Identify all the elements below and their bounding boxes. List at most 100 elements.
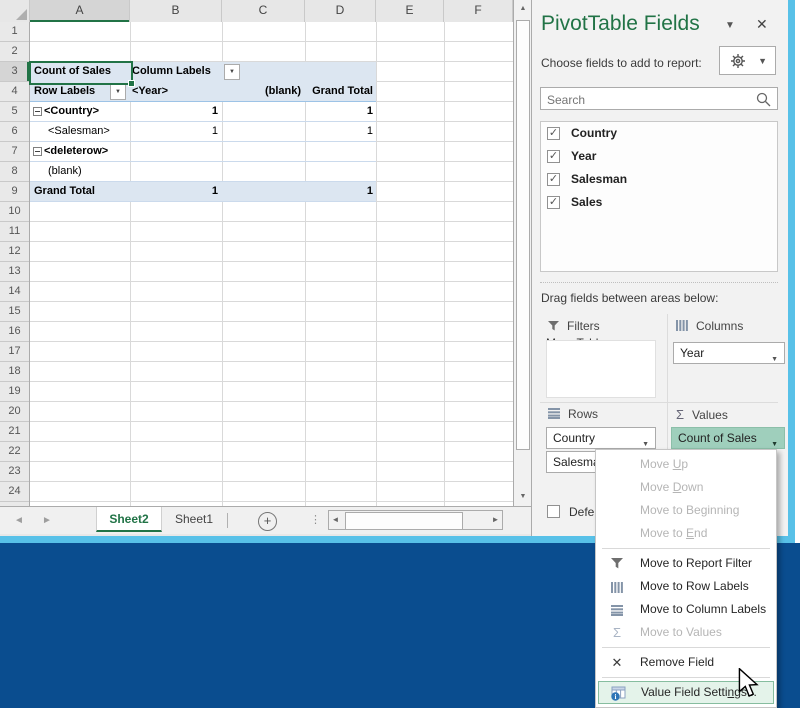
menu-item-label: Move to Column Labels <box>640 602 767 616</box>
row-header-3[interactable]: 3 <box>0 62 29 82</box>
row-header-16[interactable]: 16 <box>0 322 29 342</box>
cell-D6[interactable]: 1 <box>305 122 373 141</box>
cell-B4[interactable]: <Year> <box>132 82 168 101</box>
row-header-8[interactable]: 8 <box>0 162 29 182</box>
fill-handle[interactable] <box>128 80 135 87</box>
menu-separator <box>602 548 770 549</box>
tab-sheet1[interactable]: Sheet1 <box>163 507 225 532</box>
cell-D5[interactable]: 1 <box>305 102 373 121</box>
filters-drop-zone[interactable] <box>546 340 656 398</box>
cell-B3[interactable]: Column Labels <box>132 62 211 81</box>
row-header-19[interactable]: 19 <box>0 382 29 402</box>
cell-B6[interactable]: 1 <box>130 122 218 141</box>
menu-item-move-to-row-labels[interactable]: Move to Row Labels <box>598 575 774 598</box>
values-field-count-of-sales[interactable]: Count of Sales ▼ <box>671 427 785 449</box>
column-header-D[interactable]: D <box>305 0 376 22</box>
field-item-country[interactable]: ✓ Country <box>547 125 777 145</box>
column-header-F[interactable]: F <box>444 0 513 22</box>
tools-button[interactable]: ▼ <box>719 46 776 75</box>
field-item-salesman[interactable]: ✓ Salesman <box>547 171 777 191</box>
select-all-corner[interactable] <box>0 0 30 22</box>
row-header-12[interactable]: 12 <box>0 242 29 262</box>
new-sheet-button[interactable]: + <box>258 512 277 531</box>
pivot-row-5: <Country> 1 1 <box>30 102 376 122</box>
field-list: ✓ Country ✓ Year ✓ Salesman ✓ Sales <box>540 121 778 272</box>
vertical-scrollbar[interactable]: ▲ ▼ <box>513 0 531 506</box>
column-header-B[interactable]: B <box>130 0 222 22</box>
vertical-scrollbar-thumb[interactable] <box>516 20 530 450</box>
row-header-17[interactable]: 17 <box>0 342 29 362</box>
row-labels-filter-button[interactable]: ▼ <box>110 84 126 100</box>
rows-area-header: Rows <box>548 407 598 421</box>
checkbox-checked-icon[interactable]: ✓ <box>547 127 560 140</box>
window-border-right <box>788 0 795 543</box>
checkbox-checked-icon[interactable]: ✓ <box>547 196 560 209</box>
cell-D9[interactable]: 1 <box>305 182 373 201</box>
cell-A6[interactable]: <Salesman> <box>48 122 110 141</box>
row-header-11[interactable]: 11 <box>0 222 29 242</box>
tab-scroll-right-icon[interactable]: ► <box>42 507 52 534</box>
row-header-24[interactable]: 24 <box>0 482 29 502</box>
column-header-C[interactable]: C <box>222 0 305 22</box>
row-header-2[interactable]: 2 <box>0 42 29 62</box>
menu-item-move-to-column-labels[interactable]: Move to Column Labels <box>598 598 774 621</box>
checkbox-checked-icon[interactable]: ✓ <box>547 173 560 186</box>
collapse-icon[interactable] <box>33 147 42 156</box>
row-header-22[interactable]: 22 <box>0 442 29 462</box>
row-header-15[interactable]: 15 <box>0 302 29 322</box>
collapse-icon[interactable] <box>33 107 42 116</box>
row-header-14[interactable]: 14 <box>0 282 29 302</box>
pane-close-icon[interactable]: ✕ <box>756 16 768 33</box>
menu-item-move-to-report-filter[interactable]: Move to Report Filter <box>598 552 774 575</box>
cell-A8[interactable]: (blank) <box>48 162 82 181</box>
tab-sheet2[interactable]: Sheet2 <box>96 507 162 532</box>
row-header-4[interactable]: 4 <box>0 82 29 102</box>
cell-D4[interactable]: Grand Total <box>305 82 373 101</box>
menu-item-move-to-beginning: Move to Beginning <box>598 499 774 522</box>
horizontal-scrollbar-thumb[interactable] <box>345 512 463 530</box>
checkbox-checked-icon[interactable]: ✓ <box>547 150 560 163</box>
cell-B5[interactable]: 1 <box>130 102 218 121</box>
menu-separator <box>602 647 770 648</box>
tab-resize-handle[interactable]: ⋮ <box>310 507 321 534</box>
scroll-up-icon[interactable]: ▲ <box>515 0 531 18</box>
pivot-row-6: <Salesman> 1 1 <box>30 122 376 142</box>
column-header-E[interactable]: E <box>376 0 444 22</box>
search-box[interactable] <box>540 87 778 110</box>
column-labels-filter-button[interactable]: ▼ <box>224 64 240 80</box>
row-header-5[interactable]: 5 <box>0 102 29 122</box>
field-item-sales[interactable]: ✓ Sales <box>547 194 777 214</box>
scroll-left-icon[interactable]: ◄ <box>329 511 342 529</box>
row-header-21[interactable]: 21 <box>0 422 29 442</box>
row-header-1[interactable]: 1 <box>0 22 29 42</box>
scroll-down-icon[interactable]: ▼ <box>515 488 531 506</box>
cell-A7[interactable]: <deleterow> <box>44 142 108 161</box>
menu-item-label: Move Up <box>640 457 689 471</box>
scroll-right-icon[interactable]: ► <box>489 511 502 529</box>
row-header-6[interactable]: 6 <box>0 122 29 142</box>
row-header-23[interactable]: 23 <box>0 462 29 482</box>
horizontal-scrollbar[interactable]: ◄ ► <box>328 510 503 530</box>
cell-B9[interactable]: 1 <box>130 182 218 201</box>
row-header-7[interactable]: 7 <box>0 142 29 162</box>
row-header-9[interactable]: 9 <box>0 182 29 202</box>
chevron-down-icon[interactable]: ▼ <box>771 350 778 370</box>
filter-icon <box>548 321 559 331</box>
defer-checkbox[interactable] <box>547 505 560 518</box>
cell-A9[interactable]: Grand Total <box>34 182 95 201</box>
row-header-20[interactable]: 20 <box>0 402 29 422</box>
row-header-18[interactable]: 18 <box>0 362 29 382</box>
cell-A5[interactable]: <Country> <box>44 102 99 121</box>
cell-C4[interactable]: (blank) <box>222 82 301 101</box>
excel-window: ABCDEF 1 2 3 4 5 6 7 8 9 10 11 12 13 14 15 16 17 18 19 20 21… <box>0 0 800 708</box>
row-header-10[interactable]: 10 <box>0 202 29 222</box>
rows-field-country[interactable]: Country ▼ <box>546 427 656 449</box>
search-input[interactable] <box>545 89 749 110</box>
columns-field-year[interactable]: Year ▼ <box>673 342 785 364</box>
row-header-13[interactable]: 13 <box>0 262 29 282</box>
column-header-A[interactable]: A <box>30 0 130 22</box>
settings-icon: i <box>608 682 628 705</box>
field-item-year[interactable]: ✓ Year <box>547 148 777 168</box>
pane-options-chevron-icon[interactable]: ▼ <box>725 20 735 31</box>
tab-scroll-left-icon[interactable]: ◄ <box>14 507 24 534</box>
